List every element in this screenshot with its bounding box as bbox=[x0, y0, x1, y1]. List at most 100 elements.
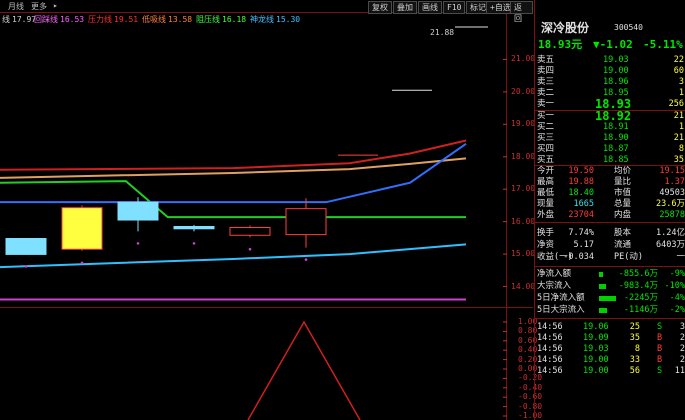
more-menu[interactable]: 更多 bbox=[31, 1, 47, 12]
tick-count: 2 bbox=[679, 333, 685, 343]
stat-row: 换手 7.74% 股本 1.24亿 bbox=[535, 228, 685, 239]
price-tick-label: 21.00 bbox=[511, 54, 536, 64]
legend-value: 16.18 bbox=[222, 15, 247, 24]
toolbar-button[interactable]: 返回 bbox=[510, 1, 533, 23]
stat-row: 收益(一) -0.034 PE(动) 一 bbox=[535, 252, 685, 263]
period-menu[interactable]: 月线 bbox=[8, 1, 24, 12]
ask-label: 卖一 bbox=[537, 99, 555, 109]
ask-label: 卖五 bbox=[537, 55, 555, 65]
stat-value: -0.034 bbox=[563, 252, 594, 262]
last-price: 18.93元 bbox=[538, 38, 583, 51]
toolbar-button[interactable]: 画线 bbox=[418, 1, 442, 14]
stat-label: 均价 bbox=[614, 166, 632, 176]
stat-row: 最高 19.88 量比 1.37 bbox=[535, 177, 685, 188]
candle-body bbox=[5, 238, 47, 255]
flow-value: -2245万 bbox=[623, 293, 658, 303]
stat-label: 内盘 bbox=[614, 210, 632, 220]
flow-bar bbox=[599, 296, 616, 301]
candle-body bbox=[173, 226, 215, 230]
bid-price: 18.87 bbox=[603, 144, 629, 154]
bid-label: 买四 bbox=[537, 144, 555, 154]
ask-volume: 3 bbox=[678, 77, 684, 87]
stat-label: 现量 bbox=[537, 199, 555, 209]
flow-pct: -4% bbox=[669, 293, 685, 303]
legend-name: 神龙线 bbox=[250, 15, 274, 24]
tick-row[interactable]: 14:56 19.00 33 B 2 bbox=[535, 355, 685, 366]
flow-value: -855.6万 bbox=[618, 269, 658, 279]
stat-label: 总量 bbox=[614, 199, 632, 209]
flow-value: -983.4万 bbox=[618, 281, 658, 291]
stat-value: 1.37 bbox=[664, 177, 685, 187]
ask-label: 卖四 bbox=[537, 66, 555, 76]
legend-name: 线 bbox=[2, 15, 10, 24]
quote-header: 深冷股份 300540 bbox=[535, 20, 685, 36]
kline-chart-area[interactable]: 月线 更多 ▸ 复权 叠加 画线 F10 标记 +自选 返回 线 17.97 回踩线 16.53 压… bbox=[0, 0, 542, 420]
price-tick-label: 20.00 bbox=[511, 86, 536, 96]
tick-row[interactable]: 14:56 19.06 25 S 3 bbox=[535, 322, 685, 333]
legend-name: 回踩线 bbox=[34, 15, 58, 24]
legend-value: 13.58 bbox=[168, 15, 193, 24]
stats-divider bbox=[535, 222, 685, 223]
toolbar-button[interactable]: 复权 bbox=[368, 1, 392, 14]
flow-bar bbox=[599, 284, 606, 289]
stats2-divider bbox=[535, 266, 685, 267]
indicator-peak-line bbox=[247, 320, 361, 420]
tick-side: S bbox=[657, 322, 663, 332]
price-tick-label: 15.00 bbox=[511, 249, 536, 259]
stat-value: 一 bbox=[676, 252, 685, 262]
tick-volume: 35 bbox=[629, 333, 640, 343]
legend-item: 阻压线 16.18 bbox=[196, 14, 246, 25]
ask-volume: 22 bbox=[673, 55, 684, 65]
price-change: ▼-1.02 bbox=[593, 38, 633, 51]
stat-label: 量比 bbox=[614, 177, 632, 187]
ask-volume: 256 bbox=[668, 99, 684, 109]
legend-item: 线 17.97 bbox=[2, 14, 36, 25]
bid-volume: 1 bbox=[678, 122, 684, 132]
bid-volume: 8 bbox=[678, 144, 684, 154]
signal-dot bbox=[24, 265, 28, 268]
price-row: 18.93元 ▼-1.02 -5.11% bbox=[535, 38, 685, 52]
toolbar-button[interactable]: 叠加 bbox=[393, 1, 417, 14]
ask-label: 卖三 bbox=[537, 77, 555, 87]
bid-label: 买一 bbox=[537, 111, 555, 121]
bid-price: 18.90 bbox=[603, 133, 629, 143]
legend-item: 压力线 19.51 bbox=[88, 14, 138, 25]
price-tick-label: 17.00 bbox=[511, 184, 536, 194]
legend-item: 低吸线 13.58 bbox=[142, 14, 192, 25]
stat-value: 19.15 bbox=[659, 166, 685, 176]
flow-bar bbox=[599, 308, 607, 313]
flow-divider bbox=[535, 318, 685, 319]
more-arrow-icon[interactable]: ▸ bbox=[53, 1, 58, 10]
tick-side: B bbox=[657, 333, 663, 343]
tick-volume: 33 bbox=[629, 355, 640, 365]
stock-name: 深冷股份 bbox=[541, 21, 590, 35]
legend-name: 阻压线 bbox=[196, 15, 220, 24]
tick-side: B bbox=[657, 344, 663, 354]
stat-value: 6403万 bbox=[656, 240, 685, 250]
stat-value: 19.50 bbox=[568, 166, 594, 176]
toolbar-button[interactable]: F10 bbox=[443, 1, 466, 14]
stat-value: 23704 bbox=[568, 210, 594, 220]
tick-price: 19.00 bbox=[583, 355, 609, 365]
price-tick-label: 19.00 bbox=[511, 119, 536, 129]
candle-body bbox=[285, 208, 327, 236]
tick-time: 14:56 bbox=[537, 333, 563, 343]
stat-row: 净资 5.17 流通 6403万 bbox=[535, 240, 685, 251]
stat-value: 23.6万 bbox=[656, 199, 685, 209]
tick-volume: 56 bbox=[629, 366, 640, 376]
ask-price: 18.96 bbox=[603, 77, 629, 87]
kline-chart-svg[interactable] bbox=[0, 0, 533, 420]
tick-volume: 8 bbox=[634, 344, 640, 354]
candle-body bbox=[117, 201, 159, 221]
tick-row[interactable]: 14:56 19.03 8 B 2 bbox=[535, 344, 685, 355]
stat-value: 49503 bbox=[659, 188, 685, 198]
flow-bar bbox=[599, 272, 603, 277]
legend-item: 神龙线 15.30 bbox=[250, 14, 300, 25]
tick-row[interactable]: 14:56 19.09 35 B 2 bbox=[535, 333, 685, 344]
stat-value: 7.74% bbox=[568, 228, 594, 238]
bid-label: 买三 bbox=[537, 133, 555, 143]
tick-price: 19.03 bbox=[583, 344, 609, 354]
flow-row: 5日大宗流入 -1146万 -2% bbox=[535, 305, 685, 316]
stat-label: 股本 bbox=[614, 228, 632, 238]
tick-row[interactable]: 14:56 19.00 56 S 11 bbox=[535, 366, 685, 377]
